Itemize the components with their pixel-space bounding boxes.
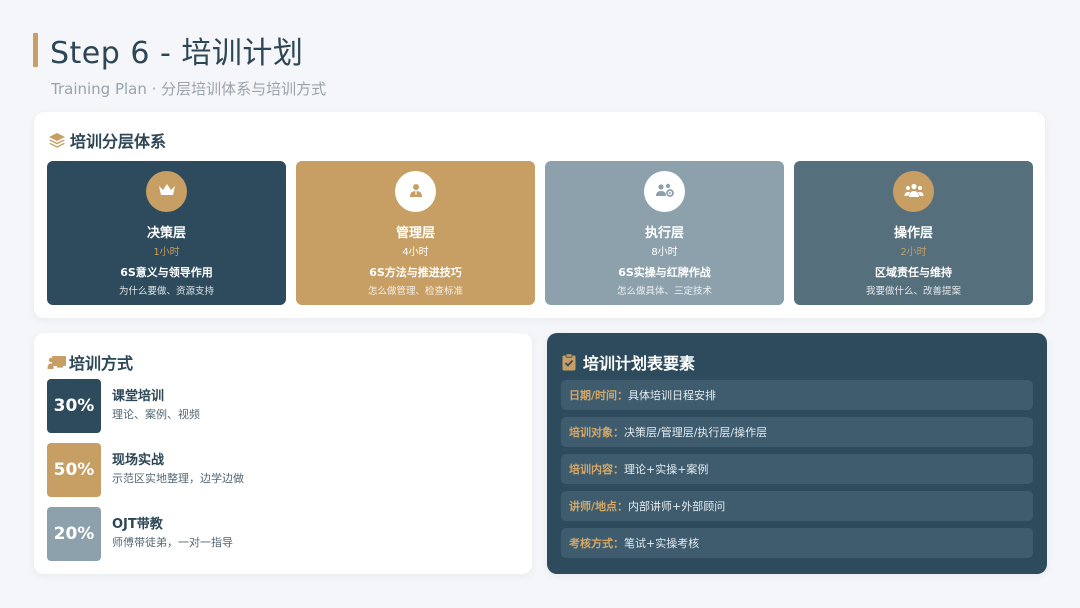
methods-card: 培训方式 30% 课堂培训 理论、案例、视频 50% 现场实战 示范区实地整理，… [34,333,532,574]
plan-element-key: 考核方式 [569,537,613,550]
method-title: 现场实战 [112,453,165,468]
tier-topic: 区域责任与维持 [875,266,952,279]
method-item: 50% 现场实战 示范区实地整理，边学边做 [47,443,517,497]
crown-icon [158,182,176,201]
page-title: Step 6 - 培训计划 [50,36,304,71]
plan-element-row: 培训内容：理论+实操+案例 [561,454,1033,484]
tier-desc: 怎么做具体、三定技术 [616,286,712,297]
method-percent: 30% [47,379,101,433]
elements-title: 培训计划表要素 [583,354,696,373]
hierarchy-card: 培训分层体系 决策层 1小时 6S意义与领导作用 为什么要做、资源支持 管理层 … [34,112,1045,318]
tier-name: 管理层 [395,226,435,241]
tier-icon-circle [893,171,934,212]
tier-name: 执行层 [644,226,684,241]
tier-hours: 8小时 [651,247,678,258]
plan-element-value: 具体培训日程安排 [628,389,717,402]
layers-icon [48,131,66,149]
methods-title: 培训方式 [69,354,134,373]
method-desc: 师傅带徒弟，一对一指导 [112,536,233,549]
group-icon [904,182,924,202]
method-item: 20% OJT带教 师傅带徒弟，一对一指导 [47,507,517,561]
tier-hours: 4小时 [402,247,429,258]
tier-card-management: 管理层 4小时 6S方法与推进技巧 怎么做管理、检查标准 [296,161,535,305]
tier-card-decision: 决策层 1小时 6S意义与领导作用 为什么要做、资源支持 [47,161,286,305]
elements-header: 培训计划表要素 [561,350,695,374]
plan-element-value: 笔试+实操考核 [624,537,700,550]
plan-elements-card: 培训计划表要素 日期/时间：具体培训日程安排 培训对象：决策层/管理层/执行层/… [547,333,1047,574]
method-title: OJT带教 [112,517,163,532]
page-subtitle: Training Plan · 分层培训体系与培训方式 [51,80,327,98]
tier-desc: 为什么要做、资源支持 [118,286,214,297]
plan-element-row: 培训对象：决策层/管理层/执行层/操作层 [561,417,1033,447]
plan-element-separator: ： [613,463,624,476]
plan-element-row: 考核方式：笔试+实操考核 [561,528,1033,558]
plan-element-key: 讲师/地点 [569,500,618,513]
chalkboard-icon [47,353,66,371]
plan-element-separator: ： [617,389,629,402]
tier-icon-circle [146,171,187,212]
tier-name: 决策层 [146,226,186,241]
plan-element-separator: ： [613,426,624,439]
method-percent: 50% [47,443,101,497]
plan-element-key: 日期/时间 [569,389,618,402]
tier-topic: 6S意义与领导作用 [120,266,213,279]
tier-hours: 1小时 [153,247,180,258]
tier-topic: 6S实操与红牌作战 [618,266,711,279]
tier-desc: 怎么做管理、检查标准 [367,286,463,297]
method-title: 课堂培训 [112,389,165,404]
title-accent-bar [33,33,38,67]
methods-header: 培训方式 [47,350,133,374]
team-gear-icon [655,182,675,202]
method-desc: 理论、案例、视频 [112,408,200,421]
tier-icon-circle [644,171,685,212]
plan-element-separator: ： [613,537,624,550]
tier-topic: 6S方法与推进技巧 [369,266,462,279]
tier-card-operation: 操作层 2小时 区域责任与维持 我要做什么、改善提案 [794,161,1033,305]
tier-card-execution: 执行层 8小时 6S实操与红牌作战 怎么做具体、三定技术 [545,161,784,305]
clipboard-check-icon [561,353,579,371]
tier-desc: 我要做什么、改善提案 [865,286,961,297]
tier-name: 操作层 [893,226,933,241]
tier-icon-circle [395,171,436,212]
plan-element-value: 内部讲师+外部顾问 [628,500,726,513]
manager-icon [408,182,424,202]
hierarchy-header: 培训分层体系 [48,128,166,152]
plan-element-key: 培训对象 [569,426,613,439]
method-percent: 20% [47,507,101,561]
plan-element-row: 日期/时间：具体培训日程安排 [561,380,1033,410]
plan-element-row: 讲师/地点：内部讲师+外部顾问 [561,491,1033,521]
method-desc: 示范区实地整理，边学边做 [112,472,244,485]
plan-element-key: 培训内容 [569,463,613,476]
hierarchy-title: 培训分层体系 [70,132,167,151]
plan-element-separator: ： [617,500,629,513]
tier-hours: 2小时 [900,247,927,258]
method-item: 30% 课堂培训 理论、案例、视频 [47,379,517,433]
plan-element-value: 决策层/管理层/执行层/操作层 [624,426,768,439]
plan-element-value: 理论+实操+案例 [624,463,709,476]
